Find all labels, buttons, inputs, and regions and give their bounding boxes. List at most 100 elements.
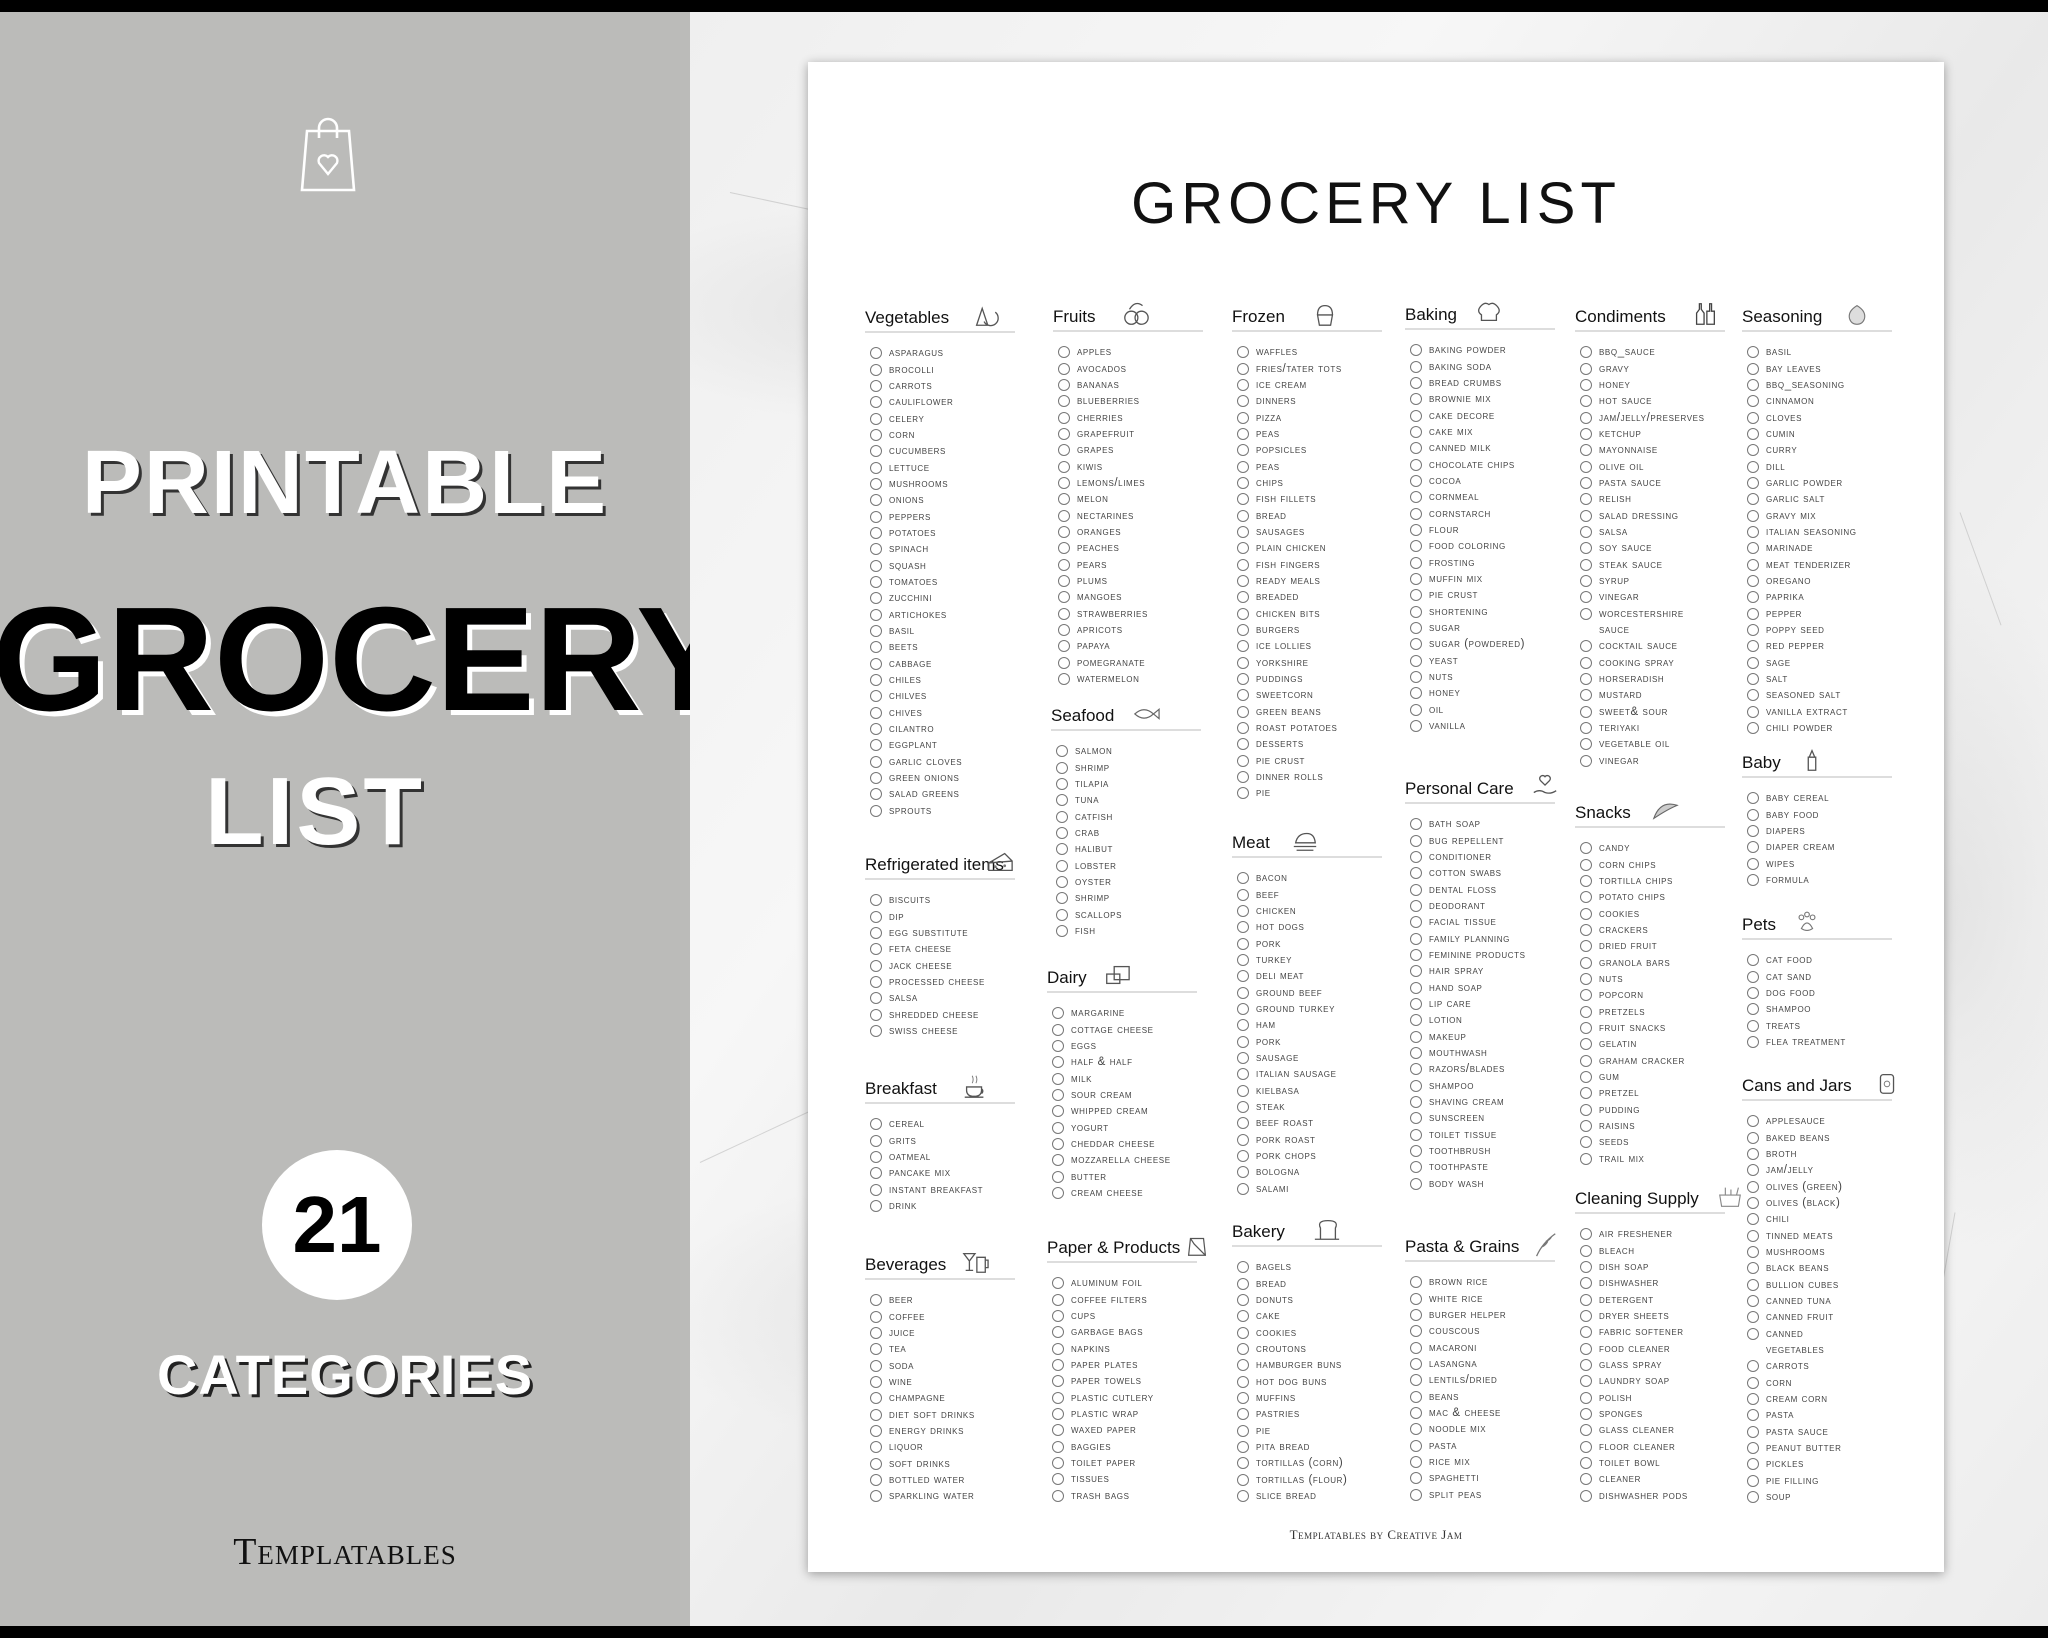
list-item[interactable]: Curry bbox=[1742, 442, 1912, 458]
checkbox-circle[interactable] bbox=[870, 926, 882, 939]
checkbox-circle[interactable] bbox=[1747, 1409, 1759, 1422]
list-item[interactable]: Bread bbox=[1232, 1275, 1402, 1291]
list-item[interactable]: Bay leaves bbox=[1742, 360, 1912, 376]
list-item[interactable]: Watermelon bbox=[1053, 671, 1223, 687]
checkbox-circle[interactable] bbox=[870, 804, 882, 817]
checkbox-circle[interactable] bbox=[1747, 1311, 1759, 1324]
list-item[interactable]: Coffee bbox=[865, 1308, 1035, 1324]
list-item[interactable]: Pastries bbox=[1232, 1406, 1402, 1422]
list-item[interactable]: Mozzarella Cheese bbox=[1047, 1152, 1217, 1168]
checkbox-circle[interactable] bbox=[1410, 1423, 1422, 1436]
checkbox-circle[interactable] bbox=[1747, 673, 1759, 686]
checkbox-circle[interactable] bbox=[1237, 1100, 1249, 1113]
list-item[interactable]: Gravy bbox=[1575, 360, 1745, 376]
list-item[interactable]: Tilapia bbox=[1051, 776, 1221, 792]
checkbox-circle[interactable] bbox=[870, 992, 882, 1005]
list-item[interactable]: Dishwasher Pods bbox=[1575, 1488, 1745, 1504]
checkbox-circle[interactable] bbox=[1058, 346, 1070, 359]
list-item[interactable]: Cotton swabs bbox=[1405, 865, 1575, 881]
checkbox-circle[interactable] bbox=[870, 772, 882, 785]
checkbox-circle[interactable] bbox=[1747, 1278, 1759, 1291]
list-item[interactable]: Brocolli bbox=[865, 361, 1035, 377]
checkbox-circle[interactable] bbox=[1747, 1442, 1759, 1455]
checkbox-circle[interactable] bbox=[1580, 542, 1592, 555]
list-item[interactable]: Pizza bbox=[1232, 409, 1402, 425]
checkbox-circle[interactable] bbox=[870, 428, 882, 441]
list-item[interactable]: Sweetcorn bbox=[1232, 687, 1402, 703]
list-item[interactable]: Shredded cheese bbox=[865, 1006, 1035, 1022]
checkbox-circle[interactable] bbox=[1237, 1133, 1249, 1146]
list-item[interactable]: Garlic Powder bbox=[1742, 475, 1912, 491]
checkbox-circle[interactable] bbox=[1410, 1292, 1422, 1305]
list-item[interactable]: Corn Chips bbox=[1575, 856, 1745, 872]
list-item[interactable]: Bleach bbox=[1575, 1242, 1745, 1258]
checkbox-circle[interactable] bbox=[1747, 1327, 1759, 1340]
list-item[interactable]: Yorkshire bbox=[1232, 655, 1402, 671]
checkbox-circle[interactable] bbox=[1410, 344, 1422, 357]
list-item[interactable]: Hand soap bbox=[1405, 979, 1575, 995]
checkbox-circle[interactable] bbox=[870, 1008, 882, 1021]
checkbox-circle[interactable] bbox=[1747, 857, 1759, 870]
checkbox-circle[interactable] bbox=[1058, 673, 1070, 686]
list-item[interactable]: Chili Powder bbox=[1742, 720, 1912, 736]
list-item[interactable]: Pork bbox=[1232, 935, 1402, 951]
checkbox-circle[interactable] bbox=[1237, 904, 1249, 917]
checkbox-circle[interactable] bbox=[1747, 591, 1759, 604]
checkbox-circle[interactable] bbox=[1052, 1473, 1064, 1486]
checkbox-circle[interactable] bbox=[1410, 540, 1422, 553]
list-item[interactable]: Mustard bbox=[1575, 687, 1745, 703]
list-item[interactable]: Mayonnaise bbox=[1575, 442, 1745, 458]
checkbox-circle[interactable] bbox=[1580, 1424, 1592, 1437]
list-item[interactable]: Mouthwash bbox=[1405, 1045, 1575, 1061]
list-item[interactable]: Toilet Bowl bbox=[1575, 1455, 1745, 1471]
list-item[interactable]: Jam/jelly bbox=[1742, 1162, 1912, 1178]
checkbox-circle[interactable] bbox=[1580, 460, 1592, 473]
checkbox-circle[interactable] bbox=[1580, 1152, 1592, 1165]
list-item[interactable]: Steak bbox=[1232, 1099, 1402, 1115]
checkbox-circle[interactable] bbox=[870, 1294, 882, 1307]
checkbox-circle[interactable] bbox=[1410, 523, 1422, 536]
list-item[interactable]: Lasangna bbox=[1405, 1356, 1575, 1372]
checkbox-circle[interactable] bbox=[1237, 1166, 1249, 1179]
checkbox-circle[interactable] bbox=[870, 363, 882, 376]
list-item[interactable]: Seeds bbox=[1575, 1134, 1745, 1150]
list-item[interactable]: Sugar (powdered) bbox=[1405, 636, 1575, 652]
list-item[interactable]: Sparkling water bbox=[865, 1488, 1035, 1504]
list-item[interactable]: Nectarines bbox=[1053, 507, 1223, 523]
list-item[interactable]: Italian Sausage bbox=[1232, 1066, 1402, 1082]
list-item[interactable]: Brownie mix bbox=[1405, 391, 1575, 407]
list-item[interactable]: Split peas bbox=[1405, 1486, 1575, 1502]
list-item[interactable]: Pickles bbox=[1742, 1456, 1912, 1472]
list-item[interactable]: Papaya bbox=[1053, 638, 1223, 654]
checkbox-circle[interactable] bbox=[1580, 1407, 1592, 1420]
checkbox-circle[interactable] bbox=[1056, 859, 1068, 872]
checkbox-circle[interactable] bbox=[1747, 1262, 1759, 1275]
list-item[interactable]: Baby food bbox=[1742, 806, 1912, 822]
list-item[interactable]: Nuts bbox=[1575, 971, 1745, 987]
list-item[interactable]: Dryer sheets bbox=[1575, 1308, 1745, 1324]
list-item[interactable]: Whipped Cream bbox=[1047, 1103, 1217, 1119]
list-item[interactable]: Paprika bbox=[1742, 589, 1912, 605]
checkbox-circle[interactable] bbox=[1410, 1406, 1422, 1419]
checkbox-circle[interactable] bbox=[1580, 362, 1592, 375]
list-item[interactable]: Green onions bbox=[865, 770, 1035, 786]
checkbox-circle[interactable] bbox=[1237, 624, 1249, 637]
list-item[interactable]: Sage bbox=[1742, 655, 1912, 671]
checkbox-circle[interactable] bbox=[1410, 850, 1422, 863]
checkbox-circle[interactable] bbox=[1747, 1003, 1759, 1016]
checkbox-circle[interactable] bbox=[1410, 654, 1422, 667]
list-item[interactable]: Worcestershire bbox=[1575, 606, 1745, 622]
list-item[interactable]: Lentils/dried bbox=[1405, 1372, 1575, 1388]
list-item[interactable]: Grits bbox=[865, 1132, 1035, 1148]
checkbox-circle[interactable] bbox=[1237, 525, 1249, 538]
checkbox-circle[interactable] bbox=[1410, 491, 1422, 504]
list-item[interactable]: Salt bbox=[1742, 671, 1912, 687]
list-item[interactable]: Artichokes bbox=[865, 607, 1035, 623]
checkbox-circle[interactable] bbox=[1747, 624, 1759, 637]
checkbox-circle[interactable] bbox=[1052, 1309, 1064, 1322]
list-item[interactable]: BBQ_seasoning bbox=[1742, 377, 1912, 393]
checkbox-circle[interactable] bbox=[870, 739, 882, 752]
checkbox-circle[interactable] bbox=[1052, 1358, 1064, 1371]
checkbox-circle[interactable] bbox=[1410, 720, 1422, 733]
list-item[interactable]: Pears bbox=[1053, 556, 1223, 572]
